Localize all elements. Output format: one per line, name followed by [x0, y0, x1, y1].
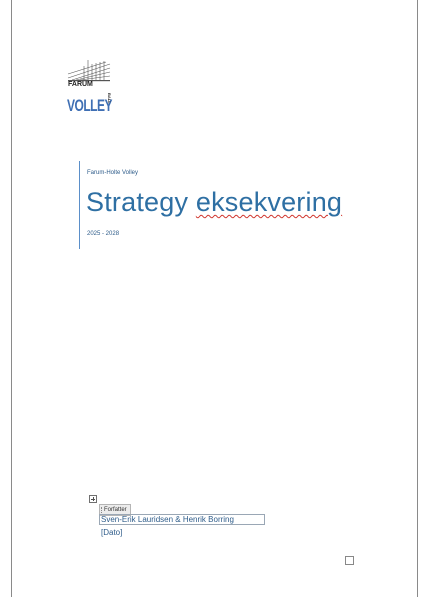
checkbox[interactable]: [345, 556, 354, 565]
organization-name[interactable]: Farum-Holte Volley: [87, 170, 138, 176]
grip-icon: [101, 507, 103, 513]
title-word-strategy: Strategy: [86, 187, 189, 217]
page-right-edge: [417, 0, 418, 597]
page-left-edge: [11, 0, 12, 597]
logo-volley-text: VOLLEY: [67, 96, 113, 115]
logo-farum-text: FARUM: [68, 81, 93, 88]
table-move-handle-icon[interactable]: [89, 495, 97, 503]
logo-ball-text: BALL: [107, 93, 112, 104]
date-placeholder[interactable]: [Dato]: [101, 527, 122, 538]
title-accent-bar: [79, 161, 80, 249]
author-text[interactable]: Sven-Erik Lauridsen & Henrik Borring: [101, 514, 234, 525]
document-title[interactable]: Strategy eksekvering: [86, 186, 342, 218]
document-years[interactable]: 2025 - 2028: [87, 231, 119, 237]
content-control-tag-label: Forfatter: [104, 507, 127, 513]
title-word-eksekvering: eksekvering: [195, 187, 343, 217]
